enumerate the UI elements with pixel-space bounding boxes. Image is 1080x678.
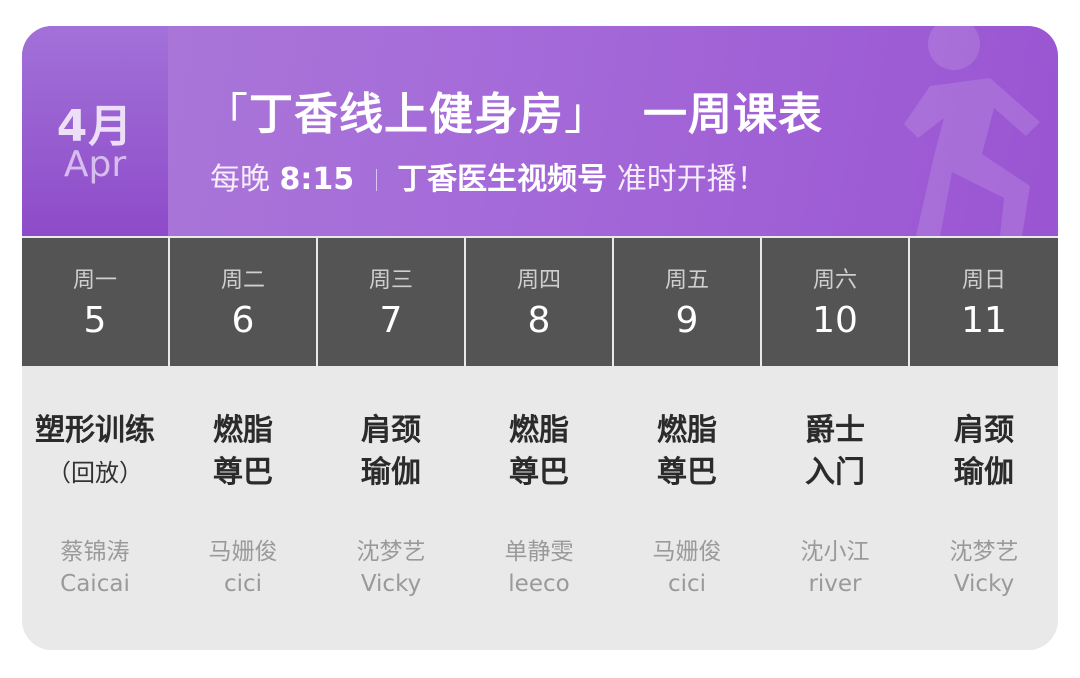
title-main: 丁香线上健身房 [249,89,564,140]
weekday-label: 周四 [516,268,561,293]
class-line-2: 尊巴 [213,455,273,490]
subtitle-prefix: 每晚 [210,162,270,197]
weekday-label: 周一 [72,268,117,293]
weekday-label: 周三 [368,268,413,293]
class-name: 肩颈 瑜伽 [910,410,1058,494]
header-banner: 4月 Apr 「丁香线上健身房」 一周课表 每晚 8:15 丁香医生视频号 准时开播… [22,26,1058,236]
day-number: 10 [812,300,858,341]
class-name: 塑形训练 （回放） [22,410,168,494]
class-cell-sat: 爵士 入门 沈小江 river [762,368,908,650]
class-line-2: 瑜伽 [361,455,421,490]
class-name: 燃脂 尊巴 [170,410,316,494]
teacher-name-en: cici [223,571,263,597]
class-line-1: 爵士 [805,413,865,448]
class-line-1: 燃脂 [213,413,273,448]
class-name: 燃脂 尊巴 [466,410,612,494]
class-cell-sun: 肩颈 瑜伽 沈梦艺 Vicky [910,368,1058,650]
day-number: 7 [379,300,403,341]
teacher-name-en: Vicky [953,571,1015,597]
teacher: 沈梦艺 Vicky [318,536,464,600]
teacher-name-cn: 马姗俊 [208,539,278,565]
teacher-name-cn: 蔡锦涛 [60,539,130,565]
title-open-bracket: 「 [204,89,249,140]
day-header-wed: 周三 7 [318,238,464,366]
weekday-label: 周五 [664,268,709,293]
teacher-name-en: leeco [508,571,570,597]
channel-name: 丁香医生视频号 [397,162,608,197]
day-header-fri: 周五 9 [614,238,760,366]
month-english: Apr [63,144,127,185]
teacher-name-cn: 单静雯 [504,539,574,565]
day-header-tue: 周二 6 [170,238,316,366]
title-suffix: 一周课表 [643,89,823,140]
teacher-name-en: cici [667,571,707,597]
class-line-1: 燃脂 [509,413,569,448]
title-close-bracket: 」 [564,89,609,140]
class-name: 爵士 入门 [762,410,908,494]
class-line-2: 入门 [805,455,865,490]
class-line-2: 尊巴 [509,455,569,490]
weekday-label: 周日 [961,268,1006,293]
teacher-name-cn: 马姗俊 [652,539,722,565]
month-box: 4月 Apr [22,26,168,236]
divider [376,169,378,191]
class-cell-fri: 燃脂 尊巴 马姗俊 cici [614,368,760,650]
replay-note: （回放） [47,459,143,487]
class-cell-wed: 肩颈 瑜伽 沈梦艺 Vicky [318,368,464,650]
class-line-2: 尊巴 [657,455,717,490]
teacher: 马姗俊 cici [614,536,760,600]
day-header-sat: 周六 10 [762,238,908,366]
class-cell-thu: 燃脂 尊巴 单静雯 leeco [466,368,612,650]
class-line-1: 塑形训练 [35,413,155,448]
day-header-sun: 周日 11 [910,238,1058,366]
day-header-mon: 周一 5 [22,238,168,366]
day-number: 8 [527,300,551,341]
class-name: 燃脂 尊巴 [614,410,760,494]
class-line-2: 瑜伽 [954,455,1014,490]
class-line-1: 燃脂 [657,413,717,448]
teacher-name-cn: 沈小江 [800,539,870,565]
day-header-row: 周一 5 周二 6 周三 7 周四 8 周五 9 周六 10 周日 11 [22,238,1058,366]
schedule-card: 4月 Apr 「丁香线上健身房」 一周课表 每晚 8:15 丁香医生视频号 准时开播… [22,26,1058,650]
teacher: 马姗俊 cici [170,536,316,600]
teacher-name-en: river [808,571,862,597]
teacher: 沈小江 river [762,536,908,600]
day-number: 6 [231,300,255,341]
day-number: 5 [83,300,107,341]
teacher-name-cn: 沈梦艺 [949,539,1019,565]
runner-icon [904,26,1040,236]
class-line-1: 肩颈 [954,413,1014,448]
class-name: 肩颈 瑜伽 [318,410,464,494]
broadcast-time: 8:15 [279,162,355,197]
class-cell-tue: 燃脂 尊巴 马姗俊 cici [170,368,316,650]
weekday-label: 周六 [812,268,857,293]
teacher-name-en: Caicai [60,571,130,597]
class-row: 塑形训练 （回放） 蔡锦涛 Caicai 燃脂 尊巴 马姗俊 cici 肩颈 瑜… [22,368,1058,650]
class-line-1: 肩颈 [361,413,421,448]
weekday-label: 周二 [220,268,265,293]
teacher: 沈梦艺 Vicky [910,536,1058,600]
teacher-name-cn: 沈梦艺 [356,539,426,565]
class-cell-mon: 塑形训练 （回放） 蔡锦涛 Caicai [22,368,168,650]
teacher: 蔡锦涛 Caicai [22,536,168,600]
day-number: 11 [961,300,1007,341]
teacher-name-en: Vicky [360,571,422,597]
day-number: 9 [675,300,699,341]
page-title: 「丁香线上健身房」 一周课表 [204,78,823,142]
day-header-thu: 周四 8 [466,238,612,366]
subtitle: 每晚 8:15 丁香医生视频号 准时开播！ [210,154,767,198]
subtitle-suffix: 准时开播！ [616,162,767,197]
teacher: 单静雯 leeco [466,536,612,600]
